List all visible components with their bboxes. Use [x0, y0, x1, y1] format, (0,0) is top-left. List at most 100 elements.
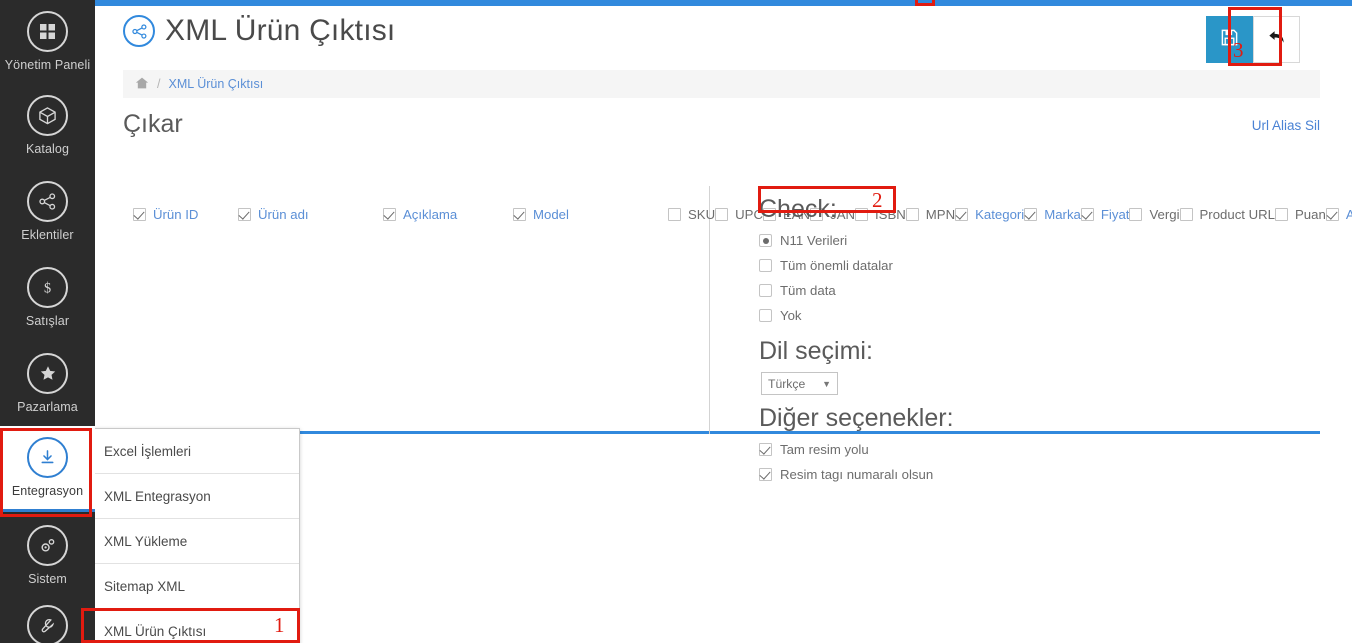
sidebar-item-wrench[interactable] — [0, 598, 95, 643]
flyout-item-xml-entegrasyon[interactable]: XML Entegrasyon — [82, 474, 299, 519]
field-label: Puan — [1295, 207, 1326, 222]
dollar-icon: $ — [27, 266, 68, 308]
sidebar-label: Sistem — [28, 571, 67, 586]
check-option-row[interactable]: Tüm data — [759, 278, 1179, 303]
other-section-title: Diğer seçenekler: — [759, 404, 954, 432]
panel-header: Çıkar Url Alias Sil — [123, 104, 1320, 150]
sidebar-item-yonetim-paneli[interactable]: Yönetim Paneli — [0, 0, 95, 82]
sidebar-label: Eklentiler — [21, 227, 74, 242]
checkbox-icon[interactable] — [715, 208, 729, 221]
checkbox-icon[interactable] — [383, 208, 396, 221]
main-sidebar: Yönetim Paneli Katalog Eklentiler $ Satı… — [0, 0, 95, 643]
other-option-row[interactable]: Resim tagı numaralı olsun — [759, 462, 1179, 487]
checkbox-icon[interactable] — [1179, 208, 1193, 221]
panel-title: Çıkar — [123, 110, 183, 138]
download-icon — [27, 437, 68, 478]
cube-icon — [27, 94, 68, 136]
checkbox-icon[interactable] — [133, 208, 146, 221]
sidebar-item-entegrasyon[interactable]: Entegrasyon — [0, 426, 95, 512]
sidebar-item-eklentiler[interactable]: Eklentiler — [0, 168, 95, 254]
checkbox-icon[interactable] — [238, 208, 251, 221]
language-selected-value: Türkçe — [768, 376, 806, 391]
checkbox-icon[interactable] — [759, 443, 772, 456]
sidebar-item-pazarlama[interactable]: Pazarlama — [0, 340, 95, 426]
radio-icon[interactable] — [759, 309, 772, 322]
sidebar-item-satislar[interactable]: $ Satışlar — [0, 254, 95, 340]
field-checkbox-row[interactable]: Ürün ID — [133, 202, 238, 227]
checkbox-icon[interactable] — [513, 208, 526, 221]
check-option-label: N11 Verileri — [780, 233, 848, 248]
field-checkbox-row[interactable]: Product URL — [1179, 202, 1276, 227]
sidebar-item-sistem[interactable]: Sistem — [0, 512, 95, 598]
sidebar-label: Satışlar — [25, 313, 70, 328]
field-label: Ürün adı — [258, 207, 309, 222]
field-label: Adet — [1345, 207, 1352, 222]
application-window: Yönetim Paneli Katalog Eklentiler $ Satı… — [0, 0, 1352, 643]
field-label: Ürün ID — [153, 207, 199, 222]
breadcrumb-current[interactable]: XML Ürün Çıktısı — [168, 77, 263, 91]
field-checkbox-row[interactable]: Model — [513, 202, 668, 227]
back-button[interactable] — [1253, 16, 1300, 63]
field-label: Açıklama — [403, 207, 458, 222]
sidebar-item-katalog[interactable]: Katalog — [0, 82, 95, 168]
sidebar-label: Pazarlama — [17, 399, 78, 414]
floppy-save-icon — [1220, 28, 1239, 52]
flyout-item-xml-yukleme[interactable]: XML Yükleme — [82, 519, 299, 564]
field-label: Product URL — [1199, 207, 1276, 222]
flyout-label: XML Yükleme — [104, 534, 188, 549]
breadcrumb: / XML Ürün Çıktısı — [123, 70, 1320, 98]
svg-text:$: $ — [44, 280, 51, 296]
field-checkbox-row[interactable]: Açıklama — [383, 202, 513, 227]
gears-icon — [27, 524, 68, 566]
url-alias-sil-link[interactable]: Url Alias Sil — [1252, 118, 1320, 133]
field-checkbox-row[interactable]: UPC — [715, 202, 763, 227]
other-option-list: Tam resim yolu Resim tagı numaralı olsun — [759, 437, 1179, 487]
checkbox-icon[interactable] — [1275, 208, 1289, 221]
undo-arrow-icon — [1266, 27, 1287, 53]
field-checkbox-row[interactable]: SKU — [668, 202, 715, 227]
radio-icon[interactable] — [759, 259, 772, 272]
home-icon[interactable] — [135, 76, 149, 93]
flyout-label: Sitemap XML — [104, 579, 186, 594]
page-title-group: XML Ürün Çıktısı — [123, 14, 395, 48]
check-option-list: N11 Verileri Tüm önemli datalar Tüm data Yo… — [759, 228, 1179, 328]
other-option-label: Tam resim yolu — [780, 442, 869, 457]
check-option-label: Yok — [780, 308, 802, 323]
other-option-row[interactable]: Tam resim yolu — [759, 437, 1179, 462]
radio-icon[interactable] — [759, 234, 772, 247]
header-action-buttons — [1206, 16, 1300, 63]
language-select[interactable]: Türkçe ▼ — [761, 372, 838, 395]
check-option-label: Tüm önemli datalar — [780, 258, 893, 273]
check-option-row[interactable]: N11 Verileri — [759, 228, 1179, 253]
flyout-item-excel-islemleri[interactable]: Excel İşlemleri — [82, 429, 299, 474]
sidebar-label: Katalog — [25, 141, 70, 156]
flyout-item-sitemap-xml[interactable]: Sitemap XML — [82, 564, 299, 609]
field-label: SKU — [688, 207, 716, 222]
check-option-row[interactable]: Yok — [759, 303, 1179, 328]
breadcrumb-separator: / — [157, 77, 161, 91]
export-panel: Çıkar Url Alias Sil Ürün ID Ürün adı Açıkl… — [123, 104, 1352, 482]
check-option-row[interactable]: Tüm önemli datalar — [759, 253, 1179, 278]
field-checkbox-row[interactable]: Adet — [1325, 202, 1352, 227]
checkbox-icon[interactable] — [759, 468, 772, 481]
checkbox-icon[interactable] — [668, 208, 681, 221]
save-button[interactable] — [1206, 16, 1253, 63]
other-option-label: Resim tagı numaralı olsun — [780, 467, 934, 482]
field-checkbox-row[interactable]: Puan — [1275, 202, 1326, 227]
sidebar-label: Yönetim Paneli — [4, 57, 91, 72]
flyout-label: Excel İşlemleri — [104, 444, 192, 459]
page-header: XML Ürün Çıktısı — [95, 6, 1352, 70]
flyout-label: XML Ürün Çıktısı — [104, 624, 207, 639]
share-icon — [27, 180, 68, 222]
radio-icon[interactable] — [759, 284, 772, 297]
page-title: XML Ürün Çıktısı — [165, 14, 396, 47]
field-checkbox-row[interactable]: Ürün adı — [238, 202, 383, 227]
language-section-title: Dil seçimi: — [759, 337, 873, 365]
chevron-down-icon: ▼ — [822, 378, 831, 389]
checkbox-icon[interactable] — [1325, 208, 1339, 221]
flyout-item-xml-urun-ciktisi[interactable]: XML Ürün Çıktısı — [82, 609, 299, 643]
flyout-label: XML Entegrasyon — [104, 489, 211, 504]
share-network-icon — [123, 15, 155, 47]
field-label: Model — [533, 207, 569, 222]
sidebar-label: Entegrasyon — [11, 484, 84, 498]
